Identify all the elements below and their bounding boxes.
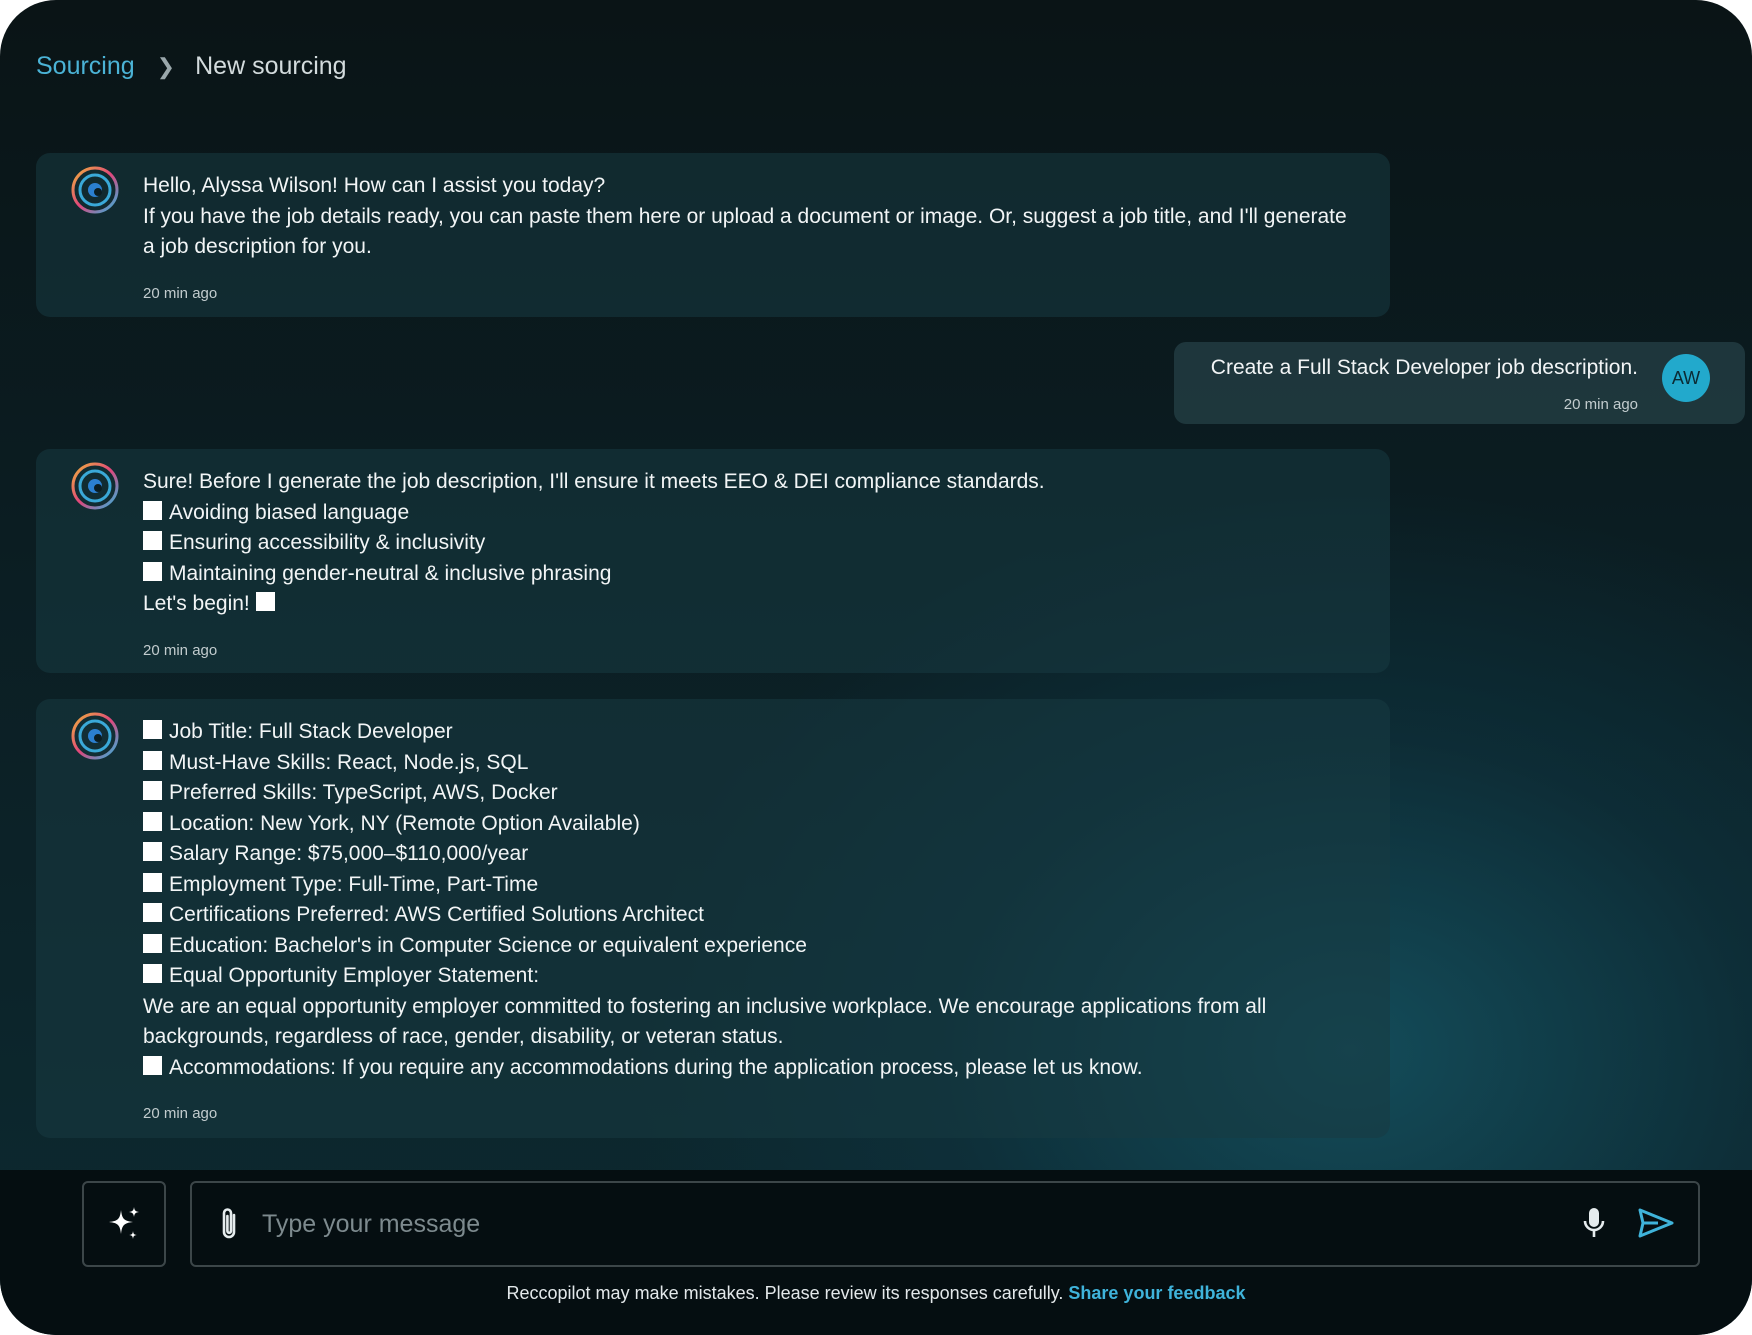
message-timestamp: 20 min ago [143, 284, 218, 302]
square-glyph [143, 720, 162, 739]
message-text: We are an equal opportunity employer com… [143, 994, 1267, 1049]
list-item: Equal Opportunity Employer Statement: [143, 961, 1350, 992]
list-item: Ensuring accessibility & inclusivity [143, 528, 1350, 559]
sparkle-icon [109, 1207, 139, 1239]
ai-assist-button[interactable] [82, 1181, 166, 1267]
square-glyph [255, 592, 275, 611]
assistant-logo-icon [71, 712, 119, 760]
square-glyph [143, 781, 162, 800]
assistant-logo-icon [71, 166, 119, 214]
square-glyph [143, 750, 162, 770]
square-glyph [143, 933, 162, 953]
list-item: Must-Have Skills: React, Node.js, SQL [143, 748, 1350, 779]
breadcrumb-current: New sourcing [195, 52, 347, 80]
list-item: Avoiding biased language [143, 498, 1350, 529]
breadcrumb-sourcing-link[interactable]: Sourcing [36, 52, 135, 81]
message-timestamp: 20 min ago [1563, 396, 1638, 413]
microphone-icon[interactable] [1582, 1206, 1606, 1240]
share-feedback-link[interactable]: Share your feedback [1068, 1283, 1245, 1303]
message-composer [190, 1181, 1700, 1267]
square-glyph [143, 903, 162, 922]
chevron-right-icon: ❯ [156, 53, 176, 79]
message-timestamp: 20 min ago [143, 641, 218, 659]
breadcrumb: Sourcing ❯ New sourcing [36, 52, 347, 81]
paperclip-icon[interactable] [218, 1205, 240, 1243]
list-item: Job Title: Full Stack Developer [143, 717, 1350, 748]
app-window: Sourcing ❯ New sourcing Hello, Alyssa Wi… [0, 0, 1752, 1335]
message-text: Create a Full Stack Developer job descri… [1210, 356, 1638, 379]
disclaimer: Reccopilot may make mistakes. Please rev… [0, 1283, 1752, 1304]
assistant-logo-icon [71, 462, 119, 510]
list-item: Education: Bachelor's in Computer Scienc… [143, 931, 1350, 962]
assistant-message: Job Title: Full Stack Developer Must-Hav… [36, 699, 1390, 1138]
disclaimer-text: Reccopilot may make mistakes. Please rev… [506, 1283, 1064, 1303]
user-avatar: AW [1662, 354, 1710, 402]
square-glyph [143, 872, 162, 892]
message-text: Let's begin! [143, 589, 1350, 620]
list-item: Maintaining gender-neutral & inclusive p… [143, 559, 1350, 590]
message-timestamp: 20 min ago [143, 1105, 218, 1122]
assistant-message: Hello, Alyssa Wilson! How can I assist y… [36, 153, 1390, 317]
list-item: Preferred Skills: TypeScript, AWS, Docke… [143, 778, 1350, 809]
list-item: Accommodations: If you require any accom… [143, 1053, 1350, 1084]
square-glyph [143, 561, 162, 581]
list-item: Location: New York, NY (Remote Option Av… [143, 809, 1350, 840]
square-glyph [143, 811, 162, 831]
message-text: Hello, Alyssa Wilson! How can I assist y… [143, 174, 606, 197]
assistant-message: Sure! Before I generate the job descript… [36, 449, 1390, 673]
square-glyph [143, 531, 162, 550]
send-icon[interactable] [1638, 1207, 1674, 1239]
square-glyph [143, 1055, 162, 1075]
message-input[interactable] [260, 1201, 1564, 1247]
message-text: If you have the job details ready, you c… [143, 204, 1347, 259]
list-item: Salary Range: $75,000–$110,000/year [143, 839, 1350, 870]
list-item: Employment Type: Full-Time, Part-Time [143, 870, 1350, 901]
list-item: Certifications Preferred: AWS Certified … [143, 900, 1350, 931]
message-text: Sure! Before I generate the job descript… [143, 470, 1045, 493]
square-glyph [143, 842, 162, 861]
square-glyph [143, 500, 162, 520]
user-message: Create a Full Stack Developer job descri… [1174, 342, 1745, 424]
square-glyph [143, 964, 162, 983]
